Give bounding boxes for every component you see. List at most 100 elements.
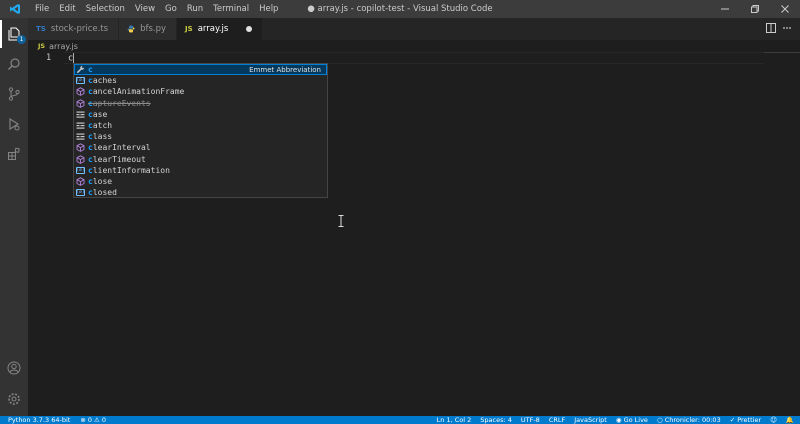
menu-bar: File Edit Selection View Go Run Terminal… bbox=[30, 0, 283, 18]
chronicler[interactable]: ○ Chronicler: 00:03 bbox=[657, 416, 721, 424]
menu-run[interactable]: Run bbox=[182, 0, 208, 18]
javascript-icon: JS bbox=[38, 42, 46, 50]
run-debug-icon[interactable] bbox=[0, 110, 28, 138]
match-text: c bbox=[88, 65, 93, 75]
indentation[interactable]: Spaces: 4 bbox=[480, 416, 512, 424]
breadcrumb-file[interactable]: array.js bbox=[49, 42, 78, 51]
account-icon[interactable] bbox=[0, 354, 28, 382]
rest-text: aptureEvents bbox=[92, 98, 151, 108]
variable-icon: [ø] bbox=[76, 77, 85, 85]
settings-gear-icon[interactable] bbox=[0, 385, 28, 413]
tab-label: bfs.py bbox=[140, 24, 167, 34]
restore-button[interactable] bbox=[740, 0, 770, 18]
explorer-icon[interactable]: 1 bbox=[0, 20, 28, 48]
typescript-icon: TS bbox=[36, 25, 46, 33]
suggestion-item[interactable]: catch bbox=[74, 120, 327, 131]
line-endings[interactable]: CRLF bbox=[549, 416, 565, 424]
suggestion-item[interactable]: clearTimeout bbox=[74, 154, 327, 165]
rest-text: ancelAnimationFrame bbox=[92, 87, 185, 97]
rest-text: atch bbox=[92, 121, 113, 131]
status-right: Ln 1, Col 2 Spaces: 4 UTF-8 CRLF JavaScr… bbox=[437, 416, 794, 424]
split-editor-icon[interactable] bbox=[766, 22, 776, 36]
broadcast-icon: ◉ bbox=[615, 416, 624, 424]
python-icon bbox=[127, 25, 135, 33]
editor-actions bbox=[766, 18, 800, 40]
menu-view[interactable]: View bbox=[130, 0, 160, 18]
close-window-button[interactable] bbox=[770, 0, 800, 18]
wrench-icon bbox=[76, 65, 85, 74]
editor-tabs: TS stock-price.ts bfs.py JS array.js bbox=[28, 18, 800, 40]
suggestion-item[interactable]: captureEvents bbox=[74, 98, 327, 109]
rest-text: lose bbox=[92, 176, 113, 186]
explorer-badge: 1 bbox=[17, 35, 26, 44]
rest-text: learTimeout bbox=[92, 154, 146, 164]
suggestion-item[interactable]: [ø] caches bbox=[74, 75, 327, 86]
keyword-icon bbox=[76, 110, 85, 119]
tab-array-js[interactable]: JS array.js bbox=[177, 18, 264, 40]
cursor-position[interactable]: Ln 1, Col 2 bbox=[437, 416, 472, 424]
unsaved-dot-icon[interactable] bbox=[246, 26, 253, 32]
activity-bar: 1 bbox=[0, 18, 28, 416]
suggestion-item[interactable]: class bbox=[74, 131, 327, 142]
mouse-ibeam-icon bbox=[338, 215, 344, 227]
title-bar: File Edit Selection View Go Run Terminal… bbox=[0, 0, 800, 18]
method-icon bbox=[76, 87, 85, 97]
rest-text: aches bbox=[92, 76, 117, 86]
method-icon bbox=[76, 143, 85, 153]
tab-stock-price-ts[interactable]: TS stock-price.ts bbox=[28, 18, 120, 40]
encoding[interactable]: UTF-8 bbox=[521, 416, 540, 424]
rest-text: lass bbox=[92, 132, 113, 142]
suggest-widget: c Emmet Abbreviation [ø] caches cancelAn… bbox=[73, 63, 328, 198]
rest-text: learInterval bbox=[92, 143, 151, 153]
suggestion-item[interactable]: [ø] closed bbox=[74, 187, 327, 198]
tab-bfs-py[interactable]: bfs.py bbox=[119, 18, 178, 40]
variable-icon: [ø] bbox=[76, 189, 85, 197]
python-interpreter[interactable]: Python 3.7.3 64-bit bbox=[8, 416, 70, 424]
tab-label: array.js bbox=[197, 24, 229, 34]
extensions-icon[interactable] bbox=[0, 140, 28, 168]
suggestion-item[interactable]: close bbox=[74, 176, 327, 187]
javascript-icon: JS bbox=[185, 25, 193, 33]
status-left: Python 3.7.3 64-bit ⊗ 0 ⚠ 0 bbox=[0, 416, 106, 424]
keyword-icon bbox=[76, 132, 85, 141]
prettier[interactable]: ✓ Prettier bbox=[730, 416, 761, 424]
menu-help[interactable]: Help bbox=[254, 0, 283, 18]
notifications-bell-icon[interactable]: 🔔 bbox=[786, 416, 794, 424]
method-icon bbox=[76, 154, 85, 164]
suggestion-item[interactable]: case bbox=[74, 109, 327, 120]
suggestion-item[interactable]: clearInterval bbox=[74, 142, 327, 153]
status-bar: Python 3.7.3 64-bit ⊗ 0 ⚠ 0 Ln 1, Col 2 … bbox=[0, 416, 800, 424]
rest-text: losed bbox=[92, 188, 117, 198]
deprecated-label: captureEvents bbox=[88, 99, 151, 108]
suggestion-item[interactable]: [ø] clientInformation bbox=[74, 165, 327, 176]
menu-terminal[interactable]: Terminal bbox=[208, 0, 254, 18]
go-live-label: Go Live bbox=[623, 416, 648, 424]
variable-icon: [ø] bbox=[76, 166, 85, 174]
go-live[interactable]: ◉ Go Live bbox=[616, 416, 648, 424]
source-control-icon[interactable] bbox=[0, 80, 28, 108]
menu-selection[interactable]: Selection bbox=[81, 0, 130, 18]
code-line[interactable]: c bbox=[68, 53, 75, 64]
keyword-icon bbox=[76, 121, 85, 130]
tab-label: stock-price.ts bbox=[50, 24, 109, 34]
suggestion-item[interactable]: cancelAnimationFrame bbox=[74, 86, 327, 97]
rest-text: ase bbox=[92, 109, 108, 119]
problems-count[interactable]: ⊗ 0 ⚠ 0 bbox=[80, 416, 106, 424]
rest-text: lientInformation bbox=[92, 165, 170, 175]
line-number: 1 bbox=[46, 53, 52, 63]
record-icon: ○ bbox=[656, 416, 665, 424]
suggestion-detail: Emmet Abbreviation bbox=[249, 65, 321, 74]
method-icon bbox=[76, 177, 85, 186]
language-mode[interactable]: JavaScript bbox=[574, 416, 607, 424]
text-cursor bbox=[73, 53, 75, 63]
chronicler-label: Chronicler: 00:03 bbox=[664, 416, 721, 424]
feedback-icon[interactable]: ☺ bbox=[770, 416, 777, 424]
suggestion-item[interactable]: c Emmet Abbreviation bbox=[74, 64, 327, 76]
minimize-button[interactable] bbox=[710, 0, 740, 18]
menu-edit[interactable]: Edit bbox=[54, 0, 80, 18]
menu-file[interactable]: File bbox=[30, 0, 54, 18]
search-icon[interactable] bbox=[0, 50, 28, 78]
menu-go[interactable]: Go bbox=[160, 0, 182, 18]
more-actions-icon[interactable] bbox=[782, 23, 792, 36]
window-controls bbox=[710, 0, 800, 18]
